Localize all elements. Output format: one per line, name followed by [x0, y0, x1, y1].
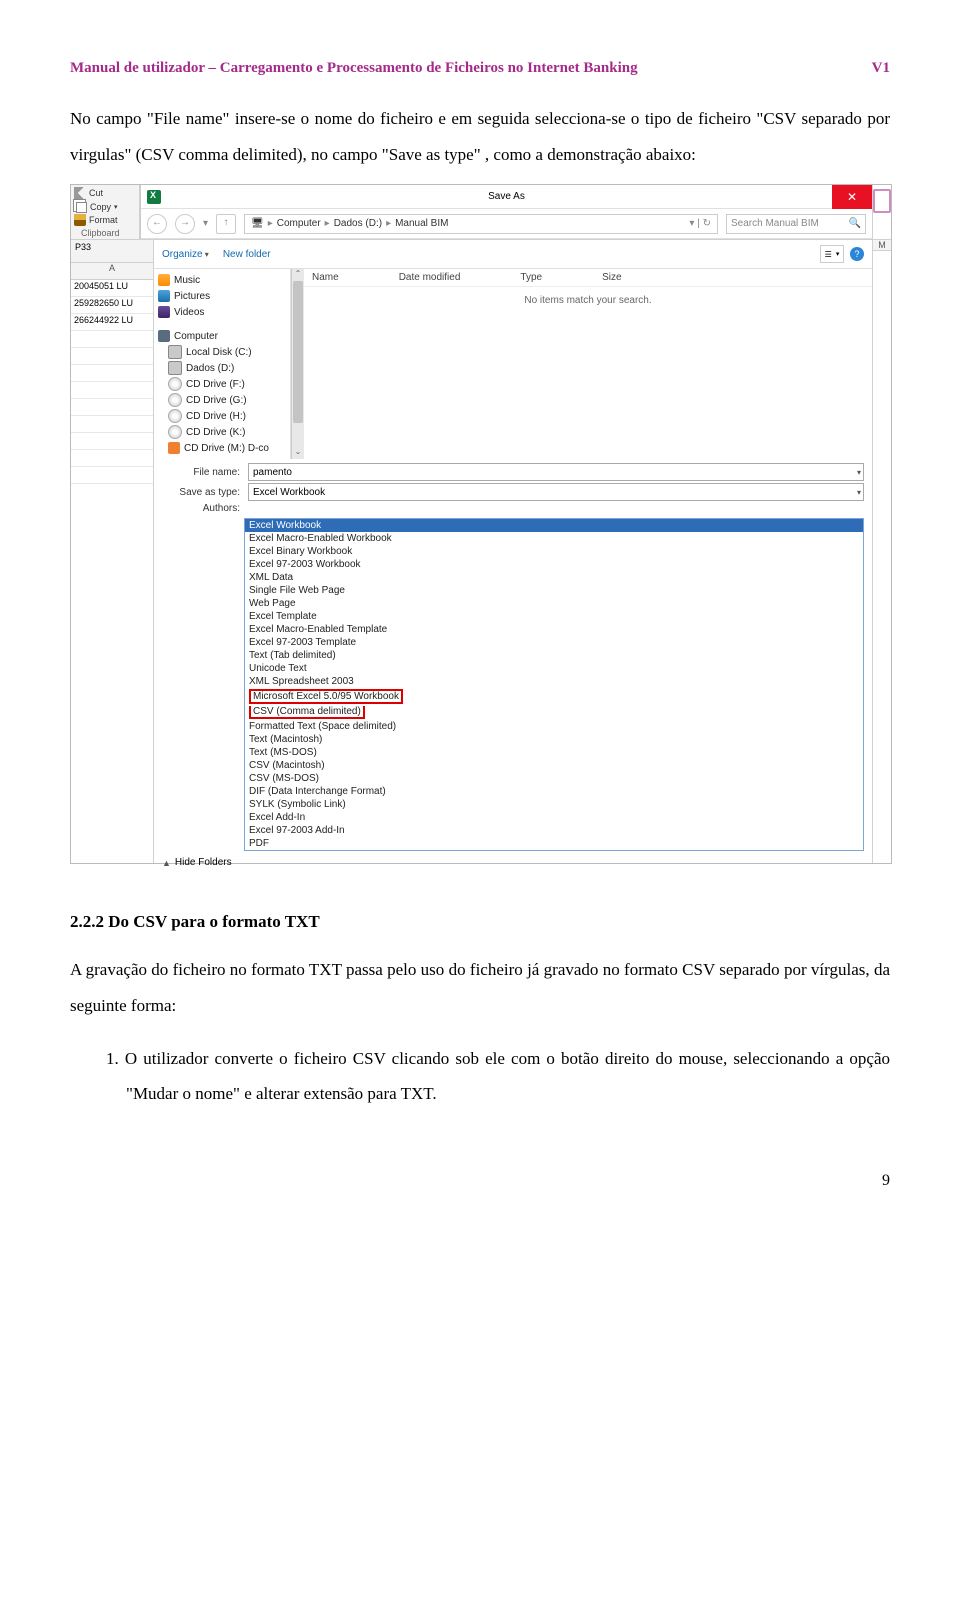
- saveas-type-select[interactable]: Excel Workbook▾: [248, 483, 864, 501]
- type-option[interactable]: Text (Tab delimited): [245, 649, 863, 662]
- column-header-m[interactable]: M: [873, 240, 891, 251]
- tree-scrollbar[interactable]: ⌃ ⌄: [291, 269, 304, 459]
- type-option[interactable]: PDF: [245, 837, 863, 850]
- disk-icon: [168, 345, 182, 359]
- cd-icon: [168, 377, 182, 391]
- type-option[interactable]: CSV (MS-DOS): [245, 772, 863, 785]
- cd-icon: [168, 409, 182, 423]
- file-list-header[interactable]: Name Date modified Type Size: [304, 269, 872, 287]
- cd-icon: [168, 393, 182, 407]
- help-button[interactable]: ?: [850, 247, 864, 261]
- cut-button[interactable]: Cut: [74, 187, 136, 199]
- cell-a2[interactable]: 259282650 LU: [71, 297, 153, 314]
- clipboard-group-label: Clipboard: [81, 228, 120, 238]
- nav-forward-button[interactable]: →: [175, 214, 195, 234]
- empty-folder-text: No items match your search.: [304, 287, 872, 459]
- list-item-1: 1. O utilizador converte o ficheiro CSV …: [106, 1041, 890, 1112]
- modal-title: Save As: [488, 191, 525, 202]
- type-option[interactable]: Excel 97-2003 Template: [245, 636, 863, 649]
- type-option[interactable]: SYLK (Symbolic Link): [245, 798, 863, 811]
- type-option[interactable]: Excel Add-In: [245, 811, 863, 824]
- new-folder-button[interactable]: New folder: [223, 249, 271, 260]
- type-option[interactable]: Excel Macro-Enabled Template: [245, 623, 863, 636]
- address-breadcrumb[interactable]: 🖥 ▸Computer ▸Dados (D:) ▸Manual BIM ▾ | …: [244, 214, 718, 234]
- nav-back-button[interactable]: ←: [147, 214, 167, 234]
- type-option[interactable]: Excel 97-2003 Workbook: [245, 558, 863, 571]
- type-option[interactable]: Text (Macintosh): [245, 733, 863, 746]
- copy-icon: [76, 202, 87, 213]
- chevron-down-icon[interactable]: ▾: [203, 218, 208, 229]
- search-icon: 🔍: [849, 218, 861, 229]
- paragraph-1: No campo "File name" insere-se o nome do…: [70, 101, 890, 172]
- chevron-up-icon: ▲: [162, 858, 171, 868]
- computer-tree-icon: [158, 330, 170, 342]
- type-option[interactable]: Excel Binary Workbook: [245, 545, 863, 558]
- modal-titlebar: Save As: [141, 185, 872, 209]
- music-icon: [158, 274, 170, 286]
- section-heading: 2.2.2 Do CSV para o formato TXT: [70, 912, 890, 932]
- filename-input[interactable]: pamento▾: [248, 463, 864, 481]
- cut-icon: [74, 187, 86, 199]
- excel-icon: [147, 190, 161, 204]
- format-painter-button[interactable]: Format: [74, 214, 136, 226]
- computer-icon: 🖥: [251, 218, 264, 229]
- saveas-type-dropdown[interactable]: Excel Workbook Excel Macro-Enabled Workb…: [244, 518, 864, 851]
- right-edge-marker: [873, 189, 891, 213]
- save-as-screenshot: Cut Copy ▾ Format Clipboard Save As ← → …: [70, 184, 892, 864]
- type-option[interactable]: XML Spreadsheet 2003: [245, 675, 863, 688]
- doc-header-title: Manual de utilizador – Carregamento e Pr…: [70, 60, 638, 77]
- type-option[interactable]: Web Page: [245, 597, 863, 610]
- type-option-selected[interactable]: Excel Workbook: [245, 519, 863, 532]
- view-options-button[interactable]: ☰▾: [820, 245, 844, 263]
- close-button[interactable]: [832, 185, 872, 209]
- cd-icon: [168, 425, 182, 439]
- excel-clipboard-group: Cut Copy ▾ Format Clipboard: [71, 185, 140, 239]
- cell-a1[interactable]: 20045051 LU: [71, 280, 153, 297]
- type-option[interactable]: Single File Web Page: [245, 584, 863, 597]
- folder-tree[interactable]: Music Pictures Videos Computer Local Dis…: [154, 269, 291, 459]
- disk-icon: [168, 361, 182, 375]
- type-option[interactable]: Unicode Text: [245, 662, 863, 675]
- cell-a3[interactable]: 266244922 LU: [71, 314, 153, 331]
- authors-label: Authors:: [162, 503, 240, 514]
- organize-button[interactable]: Organize: [162, 249, 209, 260]
- paragraph-2: A gravação do ficheiro no formato TXT pa…: [70, 952, 890, 1023]
- type-option[interactable]: CSV (Macintosh): [245, 759, 863, 772]
- name-box[interactable]: P33: [71, 240, 153, 263]
- type-option[interactable]: XML Data: [245, 571, 863, 584]
- type-option-csv[interactable]: CSV (Comma delimited): [245, 705, 863, 720]
- page-number: 9: [70, 1172, 890, 1190]
- nav-up-button[interactable]: ↑: [216, 214, 236, 234]
- type-option[interactable]: Excel Template: [245, 610, 863, 623]
- type-option[interactable]: Excel 97-2003 Add-In: [245, 824, 863, 837]
- refresh-icon[interactable]: ↻: [703, 218, 711, 229]
- copy-button[interactable]: Copy ▾: [74, 200, 136, 213]
- doc-header-version: V1: [872, 60, 890, 77]
- search-input[interactable]: Search Manual BIM 🔍: [726, 214, 866, 234]
- type-option[interactable]: Excel Macro-Enabled Workbook: [245, 532, 863, 545]
- type-option[interactable]: Text (MS-DOS): [245, 746, 863, 759]
- hide-folders-button[interactable]: ▲ Hide Folders: [162, 857, 232, 868]
- type-option[interactable]: Formatted Text (Space delimited): [245, 720, 863, 733]
- filename-label: File name:: [162, 467, 240, 478]
- videos-icon: [158, 306, 170, 318]
- column-header-a[interactable]: A: [71, 263, 153, 280]
- type-option[interactable]: DIF (Data Interchange Format): [245, 785, 863, 798]
- saveas-type-label: Save as type:: [162, 487, 240, 498]
- cd-icon: [168, 442, 180, 454]
- pictures-icon: [158, 290, 170, 302]
- type-option-excel5[interactable]: Microsoft Excel 5.0/95 Workbook: [245, 688, 863, 705]
- brush-icon: [74, 214, 86, 226]
